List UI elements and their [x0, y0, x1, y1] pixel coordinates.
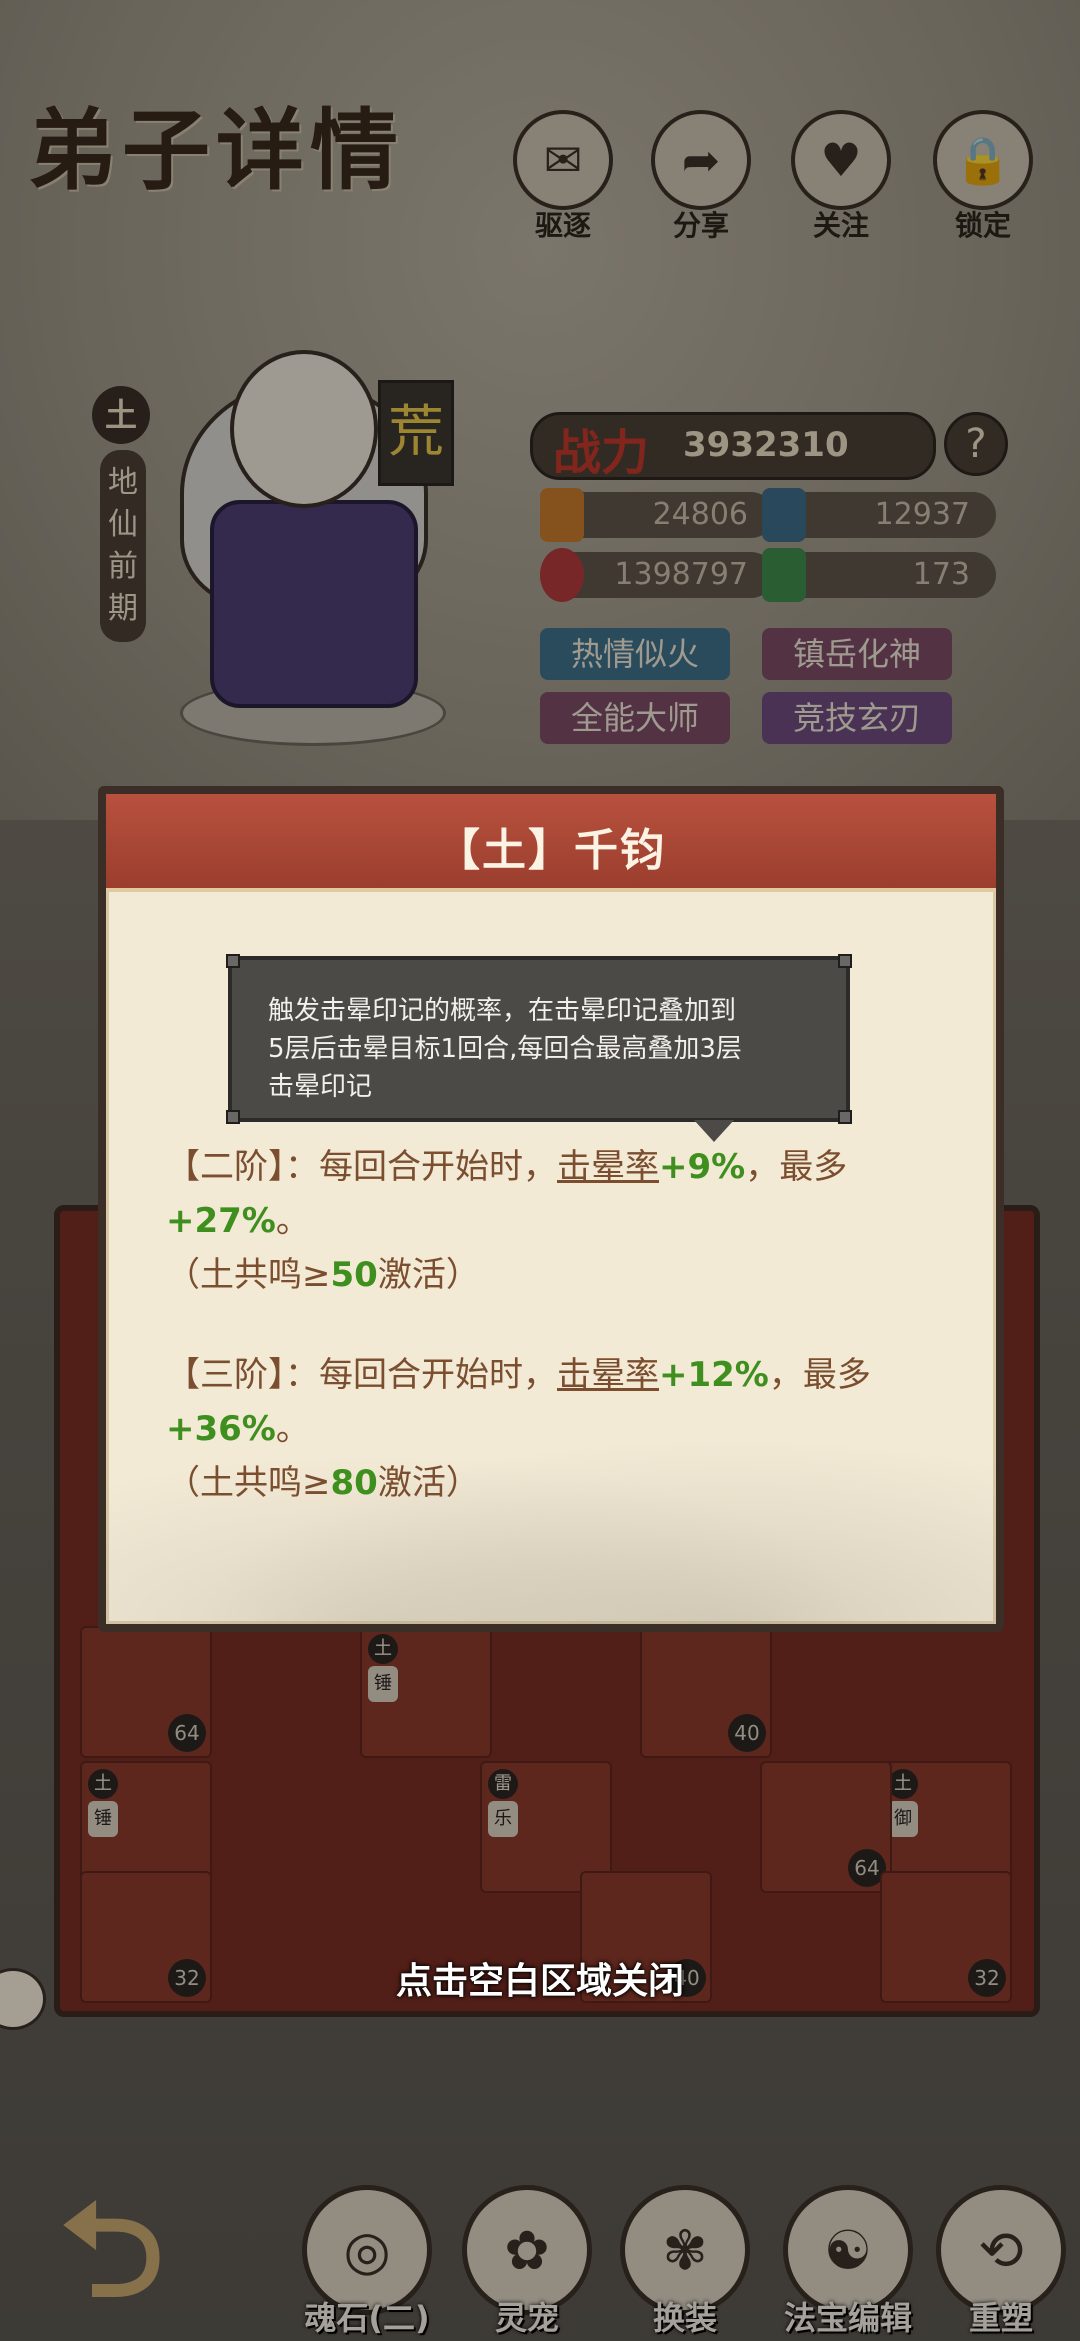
tooltip-corner	[226, 1110, 240, 1124]
tier-cond-val: 80	[330, 1463, 378, 1503]
tier-prefix: 【二阶】：每回合开始时，	[166, 1147, 557, 1187]
tooltip-line: 击晕印记	[268, 1072, 373, 1102]
skill-popup: 【土】千钧 【二阶】：每回合开始时，击晕率+9%，最多+27%。 （土共鸣≥50…	[98, 786, 1004, 1632]
tooltip-corner	[838, 954, 852, 968]
stun-rate-link[interactable]: 击晕率	[557, 1355, 659, 1395]
stun-rate-link[interactable]: 击晕率	[557, 1147, 659, 1187]
tier-cond-post: 激活）	[377, 1463, 480, 1503]
tooltip-arrow	[694, 1120, 734, 1142]
tier-bonus: +9%	[659, 1147, 746, 1187]
tier-cond-val: 50	[330, 1255, 378, 1295]
tier-mid: ，最多	[745, 1147, 848, 1187]
tier-2-text: 【二阶】：每回合开始时，击晕率+9%，最多 +27%。 （土共鸣≥50激活）	[166, 1140, 966, 1302]
tier-max: +27%	[166, 1201, 276, 1241]
tooltip-line: 触发击晕印记的概率，在击晕印记叠加到	[268, 996, 737, 1026]
tier-suffix: 。	[275, 1201, 310, 1241]
tier-bonus: +12%	[659, 1355, 769, 1395]
tier-cond-post: 激活）	[377, 1255, 480, 1295]
tier-3-text: 【三阶】：每回合开始时，击晕率+12%，最多 +36%。 （土共鸣≥80激活）	[166, 1348, 966, 1510]
close-hint: 点击空白区域关闭	[395, 1961, 684, 2002]
tier-mid: ，最多	[768, 1355, 871, 1395]
tooltip-corner	[838, 1110, 852, 1124]
tier-cond-pre: （土共鸣≥	[166, 1255, 331, 1295]
tier-prefix: 【三阶】：每回合开始时，	[166, 1355, 557, 1395]
stun-rate-tooltip: 触发击晕印记的概率，在击晕印记叠加到 5层后击晕目标1回合,每回合最高叠加3层 …	[226, 954, 852, 1124]
tier-max: +36%	[166, 1409, 276, 1449]
tier-cond-pre: （土共鸣≥	[166, 1463, 331, 1503]
tooltip-line: 5层后击晕目标1回合,每回合最高叠加3层	[268, 1034, 742, 1064]
tooltip-corner	[226, 954, 240, 968]
tier-suffix: 。	[275, 1409, 310, 1449]
popup-header: 【土】千钧	[106, 794, 996, 892]
popup-title: 【土】千钧	[436, 825, 666, 876]
